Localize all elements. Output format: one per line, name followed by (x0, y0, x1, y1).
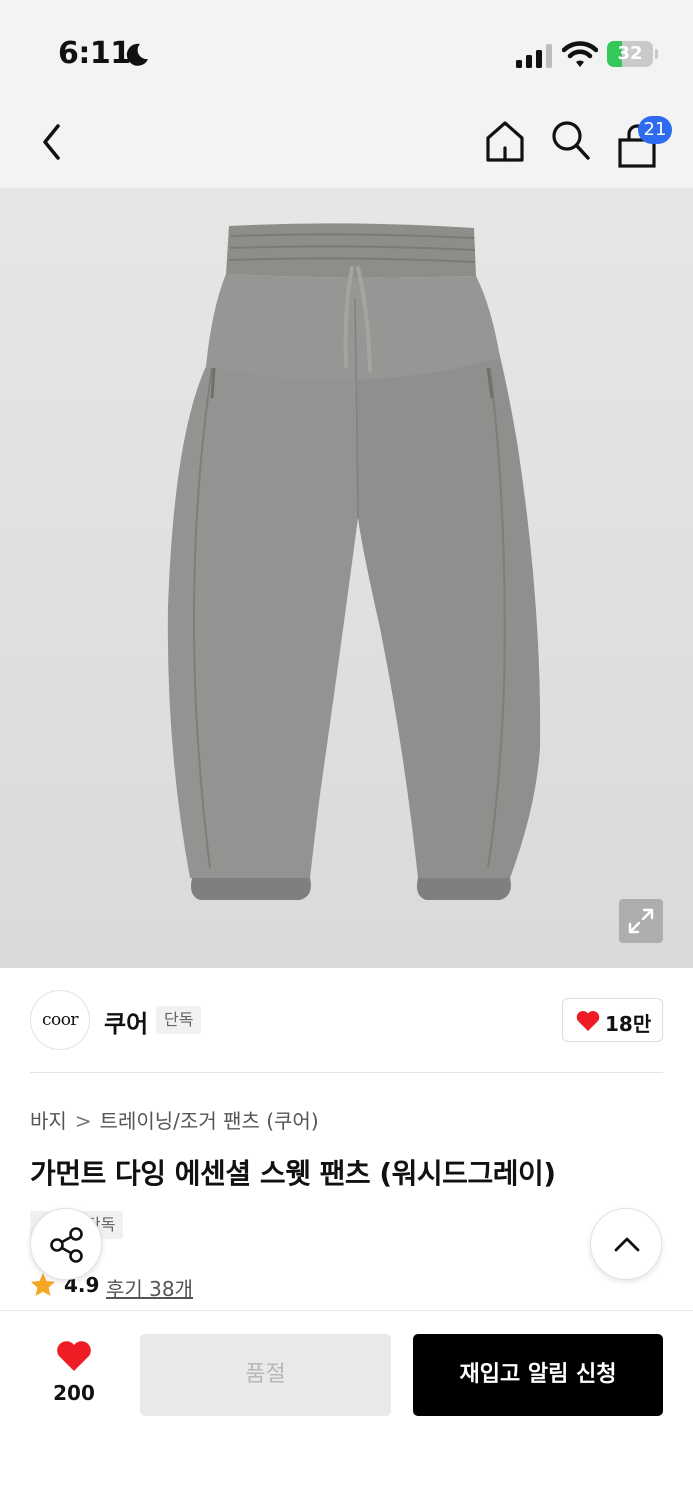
wishlist-count: 200 (53, 1381, 95, 1405)
restock-alert-button[interactable]: 재입고 알림 신청 (413, 1334, 663, 1416)
brand-like-count: 18만 (605, 1012, 652, 1036)
breadcrumb: 바지 > 트레이닝/조거 팬츠 (쿠어) (30, 1105, 319, 1134)
product-image[interactable] (0, 188, 693, 968)
cart-count-badge: 21 (638, 116, 672, 144)
battery-level: 32 (617, 43, 643, 64)
brand-row: coor 쿠어 단독 18만 (0, 968, 693, 1074)
brand-name[interactable]: 쿠어 (104, 1004, 148, 1039)
heart-icon (57, 1341, 91, 1371)
brand-exclusive-tag: 단독 (156, 1006, 202, 1034)
brand-logo[interactable]: coor (30, 990, 90, 1050)
brand-like-button[interactable]: 18만 (562, 998, 663, 1042)
sweatpants-image (167, 223, 541, 900)
product-title: 가먼트 다잉 에센셜 스웻 팬츠 (워시드그레이) (30, 1157, 556, 1190)
share-button[interactable] (30, 1208, 102, 1280)
status-time: 6:11 (58, 36, 131, 71)
status-bar: 6:11 32 (0, 0, 693, 100)
home-icon[interactable] (484, 118, 526, 164)
nav-bar: 21 (0, 100, 693, 188)
breadcrumb-subcategory[interactable]: 트레이닝/조거 팬츠 (쿠어) (100, 1109, 319, 1133)
scroll-to-top-button[interactable] (590, 1208, 662, 1280)
bottom-action-bar: 200 품절 재입고 알림 신청 (0, 1310, 693, 1500)
chevron-up-icon (614, 1237, 640, 1252)
wifi-icon (562, 41, 598, 67)
expand-icon (628, 908, 654, 934)
battery-indicator: 32 (607, 41, 658, 67)
expand-image-button[interactable] (619, 899, 663, 943)
wishlist-button[interactable]: 200 (40, 1339, 108, 1405)
search-icon[interactable] (550, 118, 592, 162)
divider (30, 1072, 663, 1073)
share-icon (50, 1227, 83, 1263)
cellular-signal-icon (516, 44, 552, 68)
cart-button[interactable]: 21 (616, 116, 676, 170)
breadcrumb-separator: > (74, 1109, 92, 1133)
breadcrumb-category[interactable]: 바지 (30, 1109, 67, 1133)
back-icon[interactable] (36, 120, 70, 164)
review-link[interactable]: 후기 38개 (106, 1273, 193, 1302)
sold-out-button[interactable]: 품절 (140, 1334, 391, 1416)
moon-icon (126, 43, 148, 66)
heart-icon (576, 1011, 600, 1031)
